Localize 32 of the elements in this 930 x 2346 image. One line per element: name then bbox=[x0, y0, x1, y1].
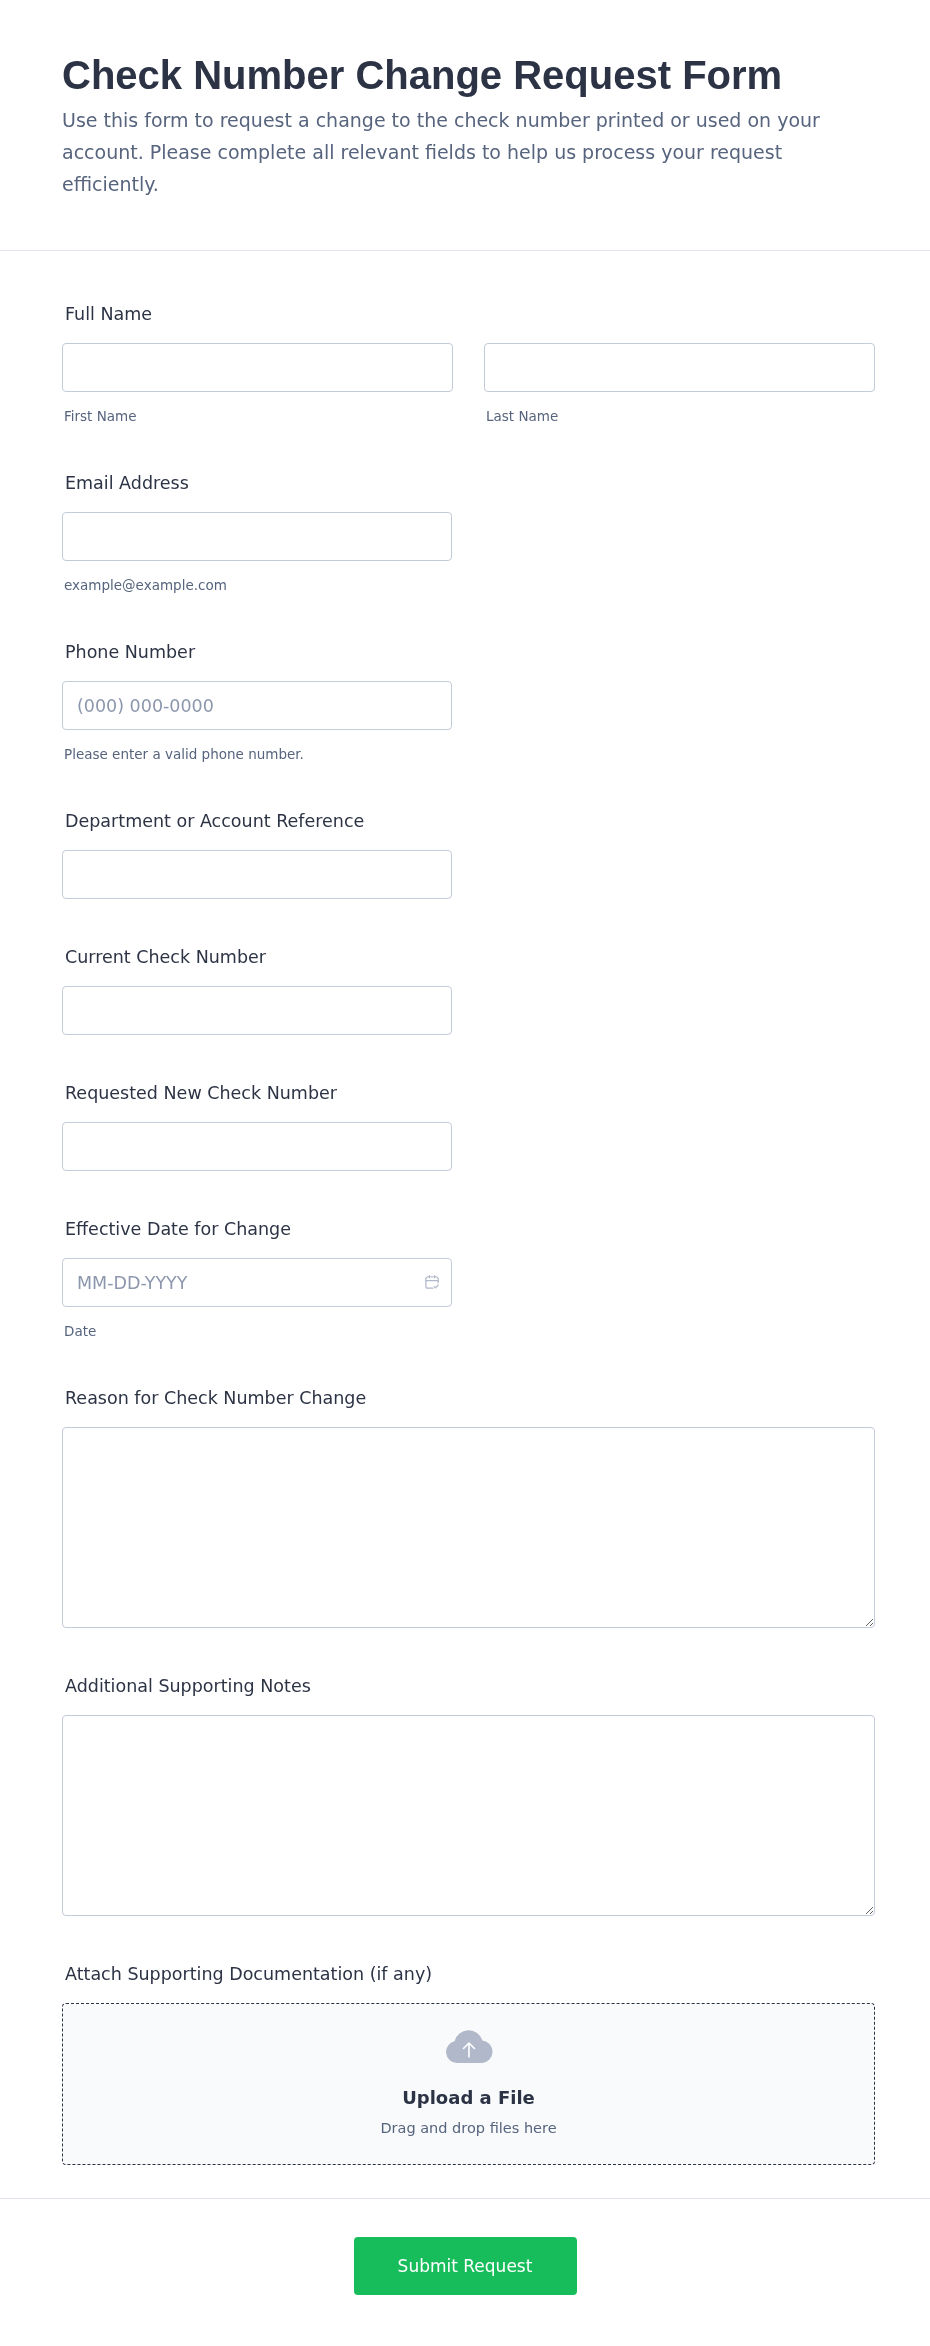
input-field[interactable] bbox=[62, 512, 452, 561]
upload-title: Upload a File bbox=[402, 2086, 535, 2110]
date-field[interactable]: MM-DD-YYYY bbox=[62, 1258, 452, 1307]
input-field[interactable] bbox=[62, 986, 452, 1035]
field-hint: Please enter a valid phone number. bbox=[64, 745, 304, 763]
field-label: Reason for Check Number Change bbox=[65, 1387, 367, 1410]
input-field[interactable] bbox=[62, 343, 453, 392]
field-hint: example@example.com bbox=[64, 576, 227, 594]
field-label: Current Check Number bbox=[65, 946, 266, 969]
field-label: Attach Supporting Documentation (if any) bbox=[65, 1963, 433, 1986]
input-field[interactable] bbox=[62, 850, 452, 899]
field-label: Email Address bbox=[65, 472, 189, 495]
field-sublabel: Last Name bbox=[486, 407, 559, 425]
field-label: Phone Number bbox=[65, 641, 196, 664]
text-area-field[interactable] bbox=[62, 1427, 875, 1628]
field-sublabel: First Name bbox=[64, 407, 137, 425]
field-label: Department or Account Reference bbox=[65, 810, 365, 833]
text-area-field[interactable] bbox=[62, 1715, 875, 1916]
field-label: Requested New Check Number bbox=[65, 1082, 337, 1105]
calendar-icon[interactable] bbox=[425, 1275, 439, 1289]
field-hint: Date bbox=[64, 1322, 97, 1340]
input-field[interactable]: (000) 000-0000 bbox=[62, 681, 452, 730]
upload-subtitle: Drag and drop files here bbox=[380, 2119, 557, 2138]
upload-dropzone[interactable]: Upload a File Drag and drop files here bbox=[62, 2003, 875, 2165]
input-field[interactable] bbox=[62, 1122, 452, 1171]
form-description: Use this form to request a change to the check number printed or used on your account. Please complete all relevant fields to help us process your request efficiently. bbox=[62, 108, 821, 197]
field-label: Full Name bbox=[65, 303, 153, 326]
form-title: Check Number Change Request Form bbox=[62, 52, 783, 99]
field-label: Effective Date for Change bbox=[65, 1218, 291, 1241]
input-field[interactable] bbox=[484, 343, 875, 392]
field-label: Additional Supporting Notes bbox=[65, 1675, 311, 1698]
cloud-upload-icon bbox=[444, 2030, 493, 2063]
